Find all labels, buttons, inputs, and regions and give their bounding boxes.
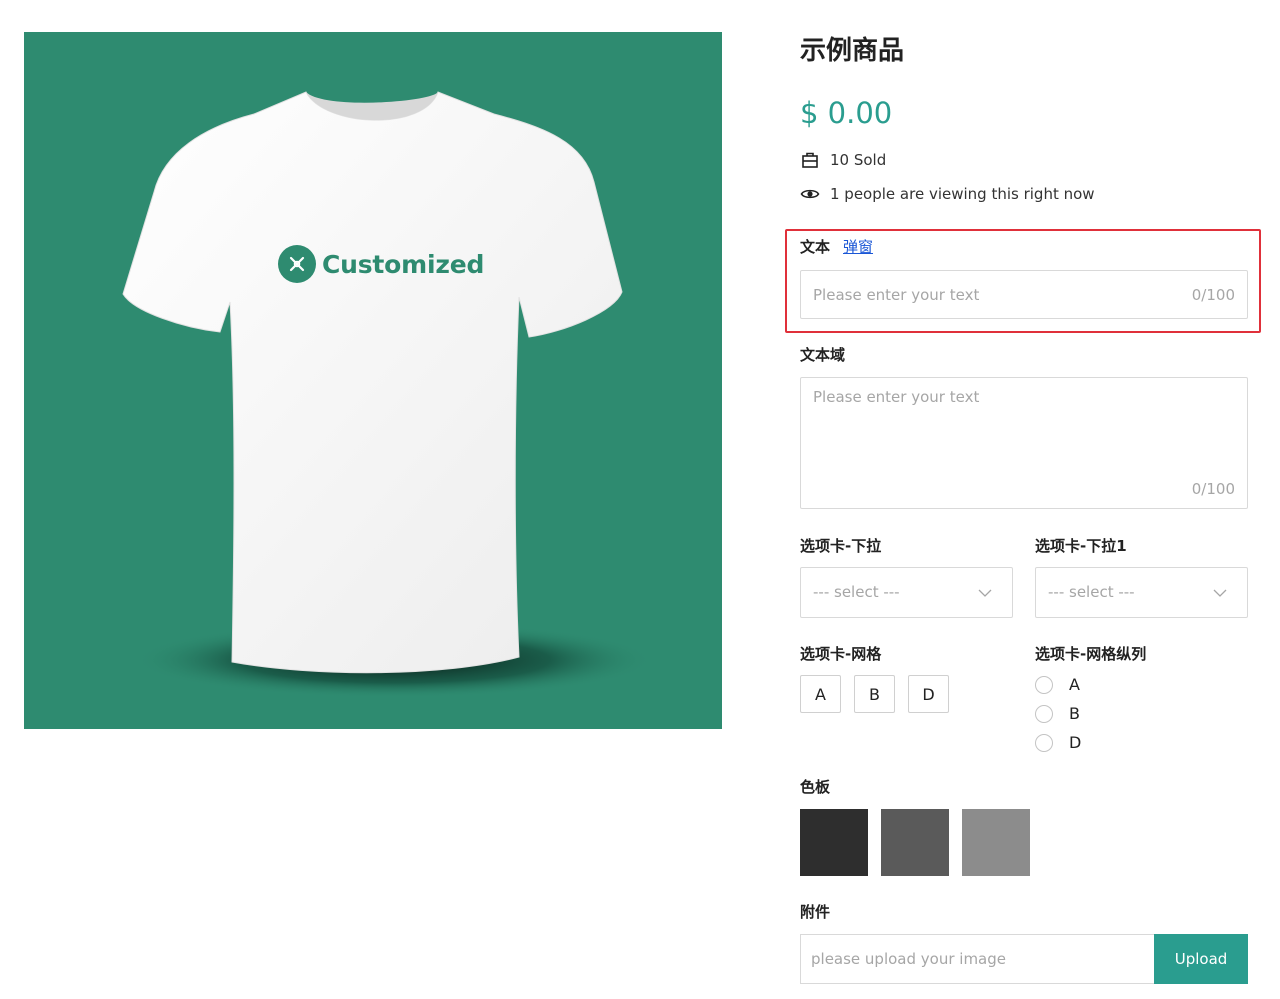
dropdown-1[interactable]: --- select --- [800,567,1013,618]
radio-option-a[interactable]: A [1035,675,1080,694]
shirt-logo: Customized [278,245,484,283]
product-price: $ 0.00 [800,96,893,130]
radio-option-d[interactable]: D [1035,733,1081,752]
viewing-count: 1 people are viewing this right now [830,185,1095,203]
color-swatch-3[interactable] [962,809,1030,876]
radio-option-b[interactable]: B [1035,704,1080,723]
radio-button[interactable] [1035,704,1053,723]
upload-button[interactable]: Upload [1154,934,1248,984]
color-swatch-1[interactable] [800,809,868,876]
shirt-logo-text: Customized [322,249,485,279]
text-field-label: 文本 [800,238,831,256]
textarea-counter: 0/100 [1191,480,1235,498]
radio-options-label: 选项卡-网格纵列 [1035,645,1147,663]
viewing-row: 1 people are viewing this right now [800,184,1095,204]
upload-input[interactable] [811,935,1141,983]
dropdown-2-value: --- select --- [1048,583,1135,601]
text-input[interactable] [813,271,1173,318]
dropdown-1-label: 选项卡-下拉 [800,537,882,555]
chevron-down-icon [1213,589,1227,597]
radio-option-label: D [1069,733,1082,752]
upload-field[interactable] [800,934,1154,984]
radio-button[interactable] [1035,675,1053,694]
grid-options-label: 选项卡-网格 [800,645,882,663]
dropdown-2-label: 选项卡-下拉1 [1035,537,1127,555]
popup-link[interactable]: 弹窗 [843,236,873,257]
grid-option-b[interactable]: B [854,675,895,713]
textarea-field[interactable]: 0/100 [800,377,1248,509]
eye-icon [800,189,820,199]
textarea-label: 文本域 [800,346,846,364]
sold-count: 10 Sold [830,151,887,169]
sold-count-row: 10 Sold [800,150,886,170]
text-field[interactable]: 0/100 [800,270,1248,319]
text-counter: 0/100 [1191,286,1235,304]
color-swatch-2[interactable] [881,809,949,876]
palette-label: 色板 [800,778,831,796]
chevron-down-icon [978,589,992,597]
radio-button[interactable] [1035,733,1053,752]
dropdown-1-value: --- select --- [813,583,900,601]
product-image: Customized [24,32,722,729]
bag-icon [802,152,818,168]
grid-option-d[interactable]: D [908,675,949,713]
radio-option-label: B [1069,704,1080,723]
tshirt-illustration [122,91,654,698]
attachment-label: 附件 [800,903,831,921]
product-title: 示例商品 [800,36,905,66]
grid-option-a[interactable]: A [800,675,841,713]
textarea-input[interactable] [813,388,1233,478]
tools-icon [278,245,316,283]
dropdown-2[interactable]: --- select --- [1035,567,1248,618]
product-page: Customized 示例商品 $ 0.00 10 Sold 1 people … [0,0,1280,999]
radio-option-label: A [1069,675,1080,694]
